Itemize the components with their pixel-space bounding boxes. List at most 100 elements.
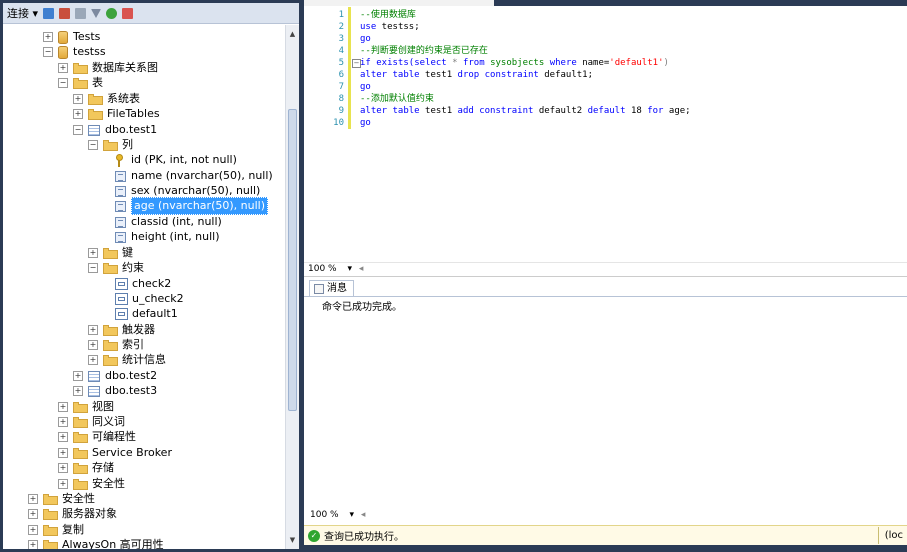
tree-node-column-classid[interactable]: classid (int, null) <box>115 214 222 230</box>
scroll-left-icon[interactable]: ◂ <box>359 264 364 274</box>
collapse-icon[interactable]: − <box>73 125 83 135</box>
expand-icon[interactable]: + <box>88 248 98 258</box>
tree-node-constraint-default1[interactable]: default1 <box>115 306 178 322</box>
tree-node-tables[interactable]: − 表 <box>58 75 103 91</box>
tree-node-views[interactable]: + 视图 <box>58 399 114 415</box>
chevron-down-icon[interactable]: ▾ <box>349 510 354 520</box>
tree-node-dbo-test1[interactable]: − dbo.test1 <box>73 122 157 138</box>
tree-node-testss-db[interactable]: − testss <box>43 44 106 60</box>
code-keyword: add constraint <box>457 106 534 116</box>
expand-icon[interactable]: + <box>28 494 38 504</box>
expand-icon[interactable]: + <box>28 509 38 519</box>
tree-node-keys[interactable]: + 键 <box>88 245 133 261</box>
tree-node-replication[interactable]: + 复制 <box>28 522 84 538</box>
tree-node-label: default1 <box>132 307 178 320</box>
database-icon <box>58 45 68 59</box>
tree-node-alwayson[interactable]: + AlwaysOn 高可用性 <box>28 537 164 549</box>
expand-icon[interactable]: + <box>58 463 68 473</box>
tree-node-filetables[interactable]: + FileTables <box>73 106 160 122</box>
results-zoom-select[interactable]: 100 % <box>310 510 339 520</box>
expand-icon[interactable]: + <box>28 540 38 549</box>
folder-icon <box>88 108 103 120</box>
tree-node-label: u_check2 <box>132 292 184 305</box>
tree-node-column-age[interactable]: age (nvarchar(50), null) <box>115 197 268 215</box>
tree-node-columns[interactable]: − 列 <box>88 137 133 153</box>
tree-node-indexes[interactable]: + 索引 <box>88 337 144 353</box>
expand-icon[interactable]: + <box>58 417 68 427</box>
line-number-gutter: 1 2 3 4 5 6 7 8 9 10 <box>304 6 348 261</box>
tree-node-constraints[interactable]: − 约束 <box>88 260 144 276</box>
expand-icon[interactable]: + <box>73 94 83 104</box>
tab-messages[interactable]: 消息 <box>309 280 354 296</box>
change-marker <box>348 7 351 129</box>
scroll-left-icon[interactable]: ◂ <box>361 510 366 520</box>
collapse-icon[interactable]: − <box>88 140 98 150</box>
activity-monitor-icon[interactable] <box>122 7 134 19</box>
object-explorer-tree: + Tests − testss + 数据库关系图 − 表 + 系统表 + Fi… <box>3 25 285 549</box>
code-comment: --使用数据库 <box>360 10 416 20</box>
tree-node-constraint-check2[interactable]: check2 <box>115 276 171 292</box>
editor-zoom-select[interactable]: 100 % <box>308 264 337 274</box>
tree-node-service-broker[interactable]: + Service Broker <box>58 445 172 461</box>
sql-editor[interactable]: 1 2 3 4 5 6 7 8 9 10 − --使用数据库 use tests… <box>304 6 907 261</box>
filter-icon[interactable] <box>91 8 102 18</box>
folder-icon <box>103 139 118 151</box>
expand-icon[interactable]: + <box>58 402 68 412</box>
refresh-icon[interactable] <box>106 7 118 19</box>
tree-node-triggers[interactable]: + 触发器 <box>88 322 155 338</box>
tree-node-server-objects[interactable]: + 服务器对象 <box>28 506 117 522</box>
expand-icon[interactable]: + <box>58 448 68 458</box>
tree-node-constraint-u-check2[interactable]: u_check2 <box>115 291 184 307</box>
tree-node-dbo-test3[interactable]: + dbo.test3 <box>73 383 157 399</box>
tree-node-tests-db[interactable]: + Tests <box>43 29 100 45</box>
expand-icon[interactable]: + <box>58 432 68 442</box>
stop-icon[interactable] <box>75 7 87 19</box>
expand-icon[interactable]: + <box>88 340 98 350</box>
expand-icon[interactable]: + <box>58 63 68 73</box>
tree-node-programmability[interactable]: + 可编程性 <box>58 429 136 445</box>
expand-icon[interactable]: + <box>88 325 98 335</box>
tree-node-column-id[interactable]: id (PK, int, not null) <box>115 152 237 168</box>
scrollbar-thumb[interactable] <box>288 109 297 411</box>
folder-icon <box>88 93 103 105</box>
scroll-down-icon[interactable]: ▼ <box>287 534 298 546</box>
expand-icon[interactable]: + <box>58 479 68 489</box>
tree-node-server-security[interactable]: + 安全性 <box>28 491 95 507</box>
table-icon <box>88 370 100 382</box>
collapse-icon[interactable]: − <box>43 47 53 57</box>
scroll-up-icon[interactable]: ▲ <box>287 28 298 40</box>
expand-icon[interactable]: + <box>43 32 53 42</box>
tree-node-label: 表 <box>92 76 103 89</box>
tree-node-label: dbo.test2 <box>105 369 158 382</box>
code-line-9: alter table test1 add constraint default… <box>360 105 691 117</box>
database-icon <box>58 30 68 44</box>
disconnect-icon[interactable] <box>59 7 71 19</box>
tree-node-label: 统计信息 <box>122 353 166 366</box>
expand-icon[interactable]: + <box>73 386 83 396</box>
tree-node-column-height[interactable]: height (int, null) <box>115 229 220 245</box>
tree-node-db-diagrams[interactable]: + 数据库关系图 <box>58 60 158 76</box>
tree-node-system-tables[interactable]: + 系统表 <box>73 91 140 107</box>
chevron-down-icon[interactable]: ▾ <box>347 264 352 274</box>
tab-label: 消息 <box>327 283 347 294</box>
collapse-icon[interactable]: − <box>88 263 98 273</box>
messages-body: 命令已成功完成。 <box>304 296 907 510</box>
tree-node-label: Service Broker <box>92 446 172 459</box>
code-keyword: for <box>647 106 664 116</box>
expand-icon[interactable]: + <box>73 109 83 119</box>
tree-node-dbo-test2[interactable]: + dbo.test2 <box>73 368 157 384</box>
column-icon <box>115 231 126 243</box>
tree-node-column-name[interactable]: name (nvarchar(50), null) <box>115 168 273 184</box>
expand-icon[interactable]: + <box>28 525 38 535</box>
code-text: testss; <box>376 22 420 32</box>
tree-node-storage[interactable]: + 存储 <box>58 460 114 476</box>
expand-icon[interactable]: + <box>88 355 98 365</box>
connect-dropdown[interactable]: 连接 ▾ <box>7 5 38 21</box>
object-explorer-scrollbar[interactable]: ▲ ▼ <box>285 25 299 549</box>
tree-node-db-security[interactable]: + 安全性 <box>58 476 125 492</box>
tree-node-synonyms[interactable]: + 同义词 <box>58 414 125 430</box>
tree-node-statistics[interactable]: + 统计信息 <box>88 352 166 368</box>
expand-icon[interactable]: + <box>73 371 83 381</box>
collapse-icon[interactable]: − <box>58 78 68 88</box>
connect-icon[interactable] <box>43 7 55 19</box>
